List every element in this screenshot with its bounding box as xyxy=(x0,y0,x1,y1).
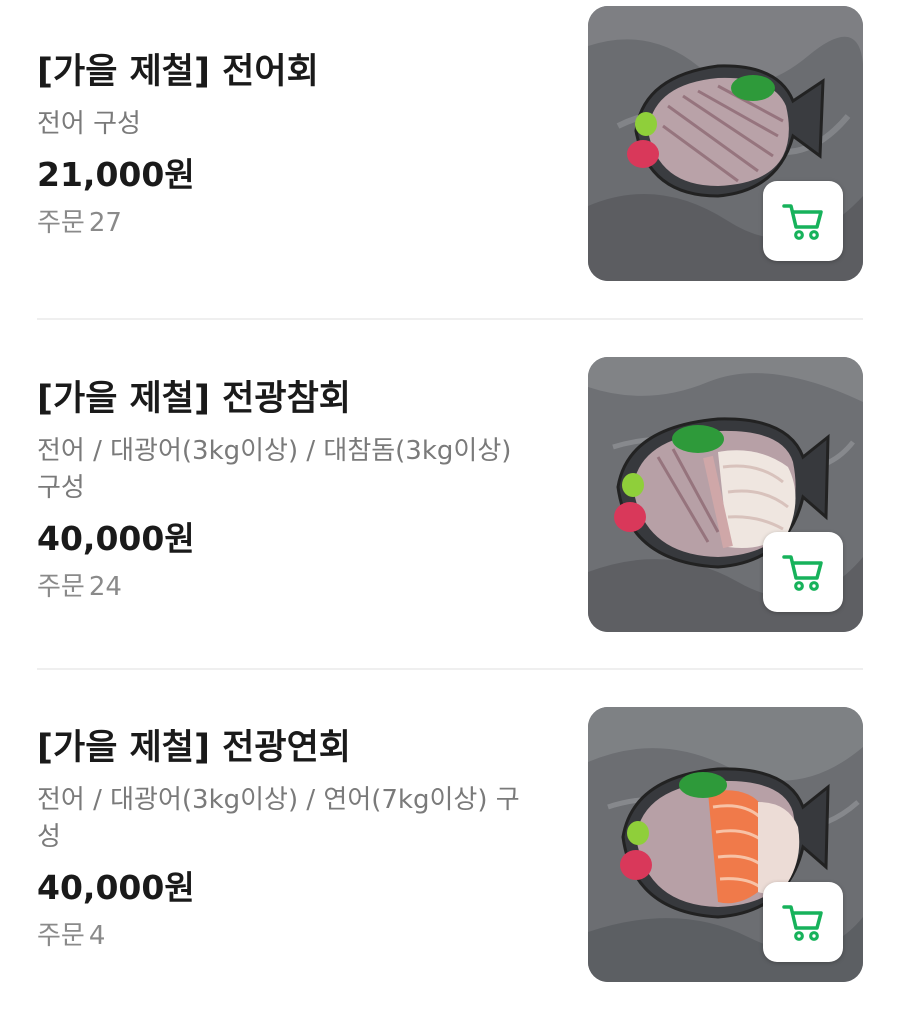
add-to-cart-button[interactable] xyxy=(763,882,843,962)
menu-item-image[interactable] xyxy=(588,357,863,632)
menu-item-description: 전어 / 대광어(3kg이상) / 연어(7kg이상) 구성 xyxy=(37,785,520,852)
menu-item[interactable]: [가을 제철] 전광참회 전어 / 대광어(3kg이상) / 대참돔(3kg이상… xyxy=(37,357,863,633)
shopping-cart-icon xyxy=(782,905,823,941)
menu-item-info: [가을 제철] 전광연회 전어 / 대광어(3kg이상) / 연어(7kg이상)… xyxy=(37,707,537,954)
orders-label: 주문 xyxy=(37,208,85,238)
menu-item-info: [가을 제철] 전광참회 전어 / 대광어(3kg이상) / 대참돔(3kg이상… xyxy=(37,357,537,605)
orders-count: 27 xyxy=(88,208,122,238)
divider xyxy=(37,668,863,670)
menu-item-orders: 주문 24 xyxy=(37,569,537,605)
menu-item-info: [가을 제철] 전어회 전어 구성 21,000원 주문 27 xyxy=(37,6,537,241)
menu-item-orders: 주문 4 xyxy=(37,918,537,954)
menu-item[interactable]: [가을 제철] 전어회 전어 구성 21,000원 주문 27 xyxy=(37,6,863,282)
menu-item-orders: 주문 27 xyxy=(37,205,537,241)
menu-item-image[interactable] xyxy=(588,6,863,281)
menu-item-description: 전어 / 대광어(3kg이상) / 대참돔(3kg이상) 구성 xyxy=(37,436,512,503)
orders-label: 주문 xyxy=(37,572,85,602)
menu-item[interactable]: [가을 제철] 전광연회 전어 / 대광어(3kg이상) / 연어(7kg이상)… xyxy=(37,707,863,983)
orders-count: 4 xyxy=(88,921,106,951)
menu-item-image[interactable] xyxy=(588,707,863,982)
menu-item-title[interactable]: [가을 제철] 전어회 xyxy=(37,50,537,94)
menu-item-price: 40,000원 xyxy=(37,868,195,907)
menu-item-title[interactable]: [가을 제철] 전광참회 xyxy=(37,377,537,421)
menu-item-title[interactable]: [가을 제철] 전광연회 xyxy=(37,726,537,770)
divider xyxy=(37,318,863,320)
shopping-cart-icon xyxy=(782,555,823,591)
orders-label: 주문 xyxy=(37,921,85,951)
menu-item-price: 40,000원 xyxy=(37,519,195,558)
menu-item-price: 21,000원 xyxy=(37,155,195,194)
shopping-cart-icon xyxy=(782,204,823,240)
add-to-cart-button[interactable] xyxy=(763,532,843,612)
add-to-cart-button[interactable] xyxy=(763,181,843,261)
orders-count: 24 xyxy=(88,572,122,602)
menu-item-description: 전어 구성 xyxy=(37,109,141,139)
